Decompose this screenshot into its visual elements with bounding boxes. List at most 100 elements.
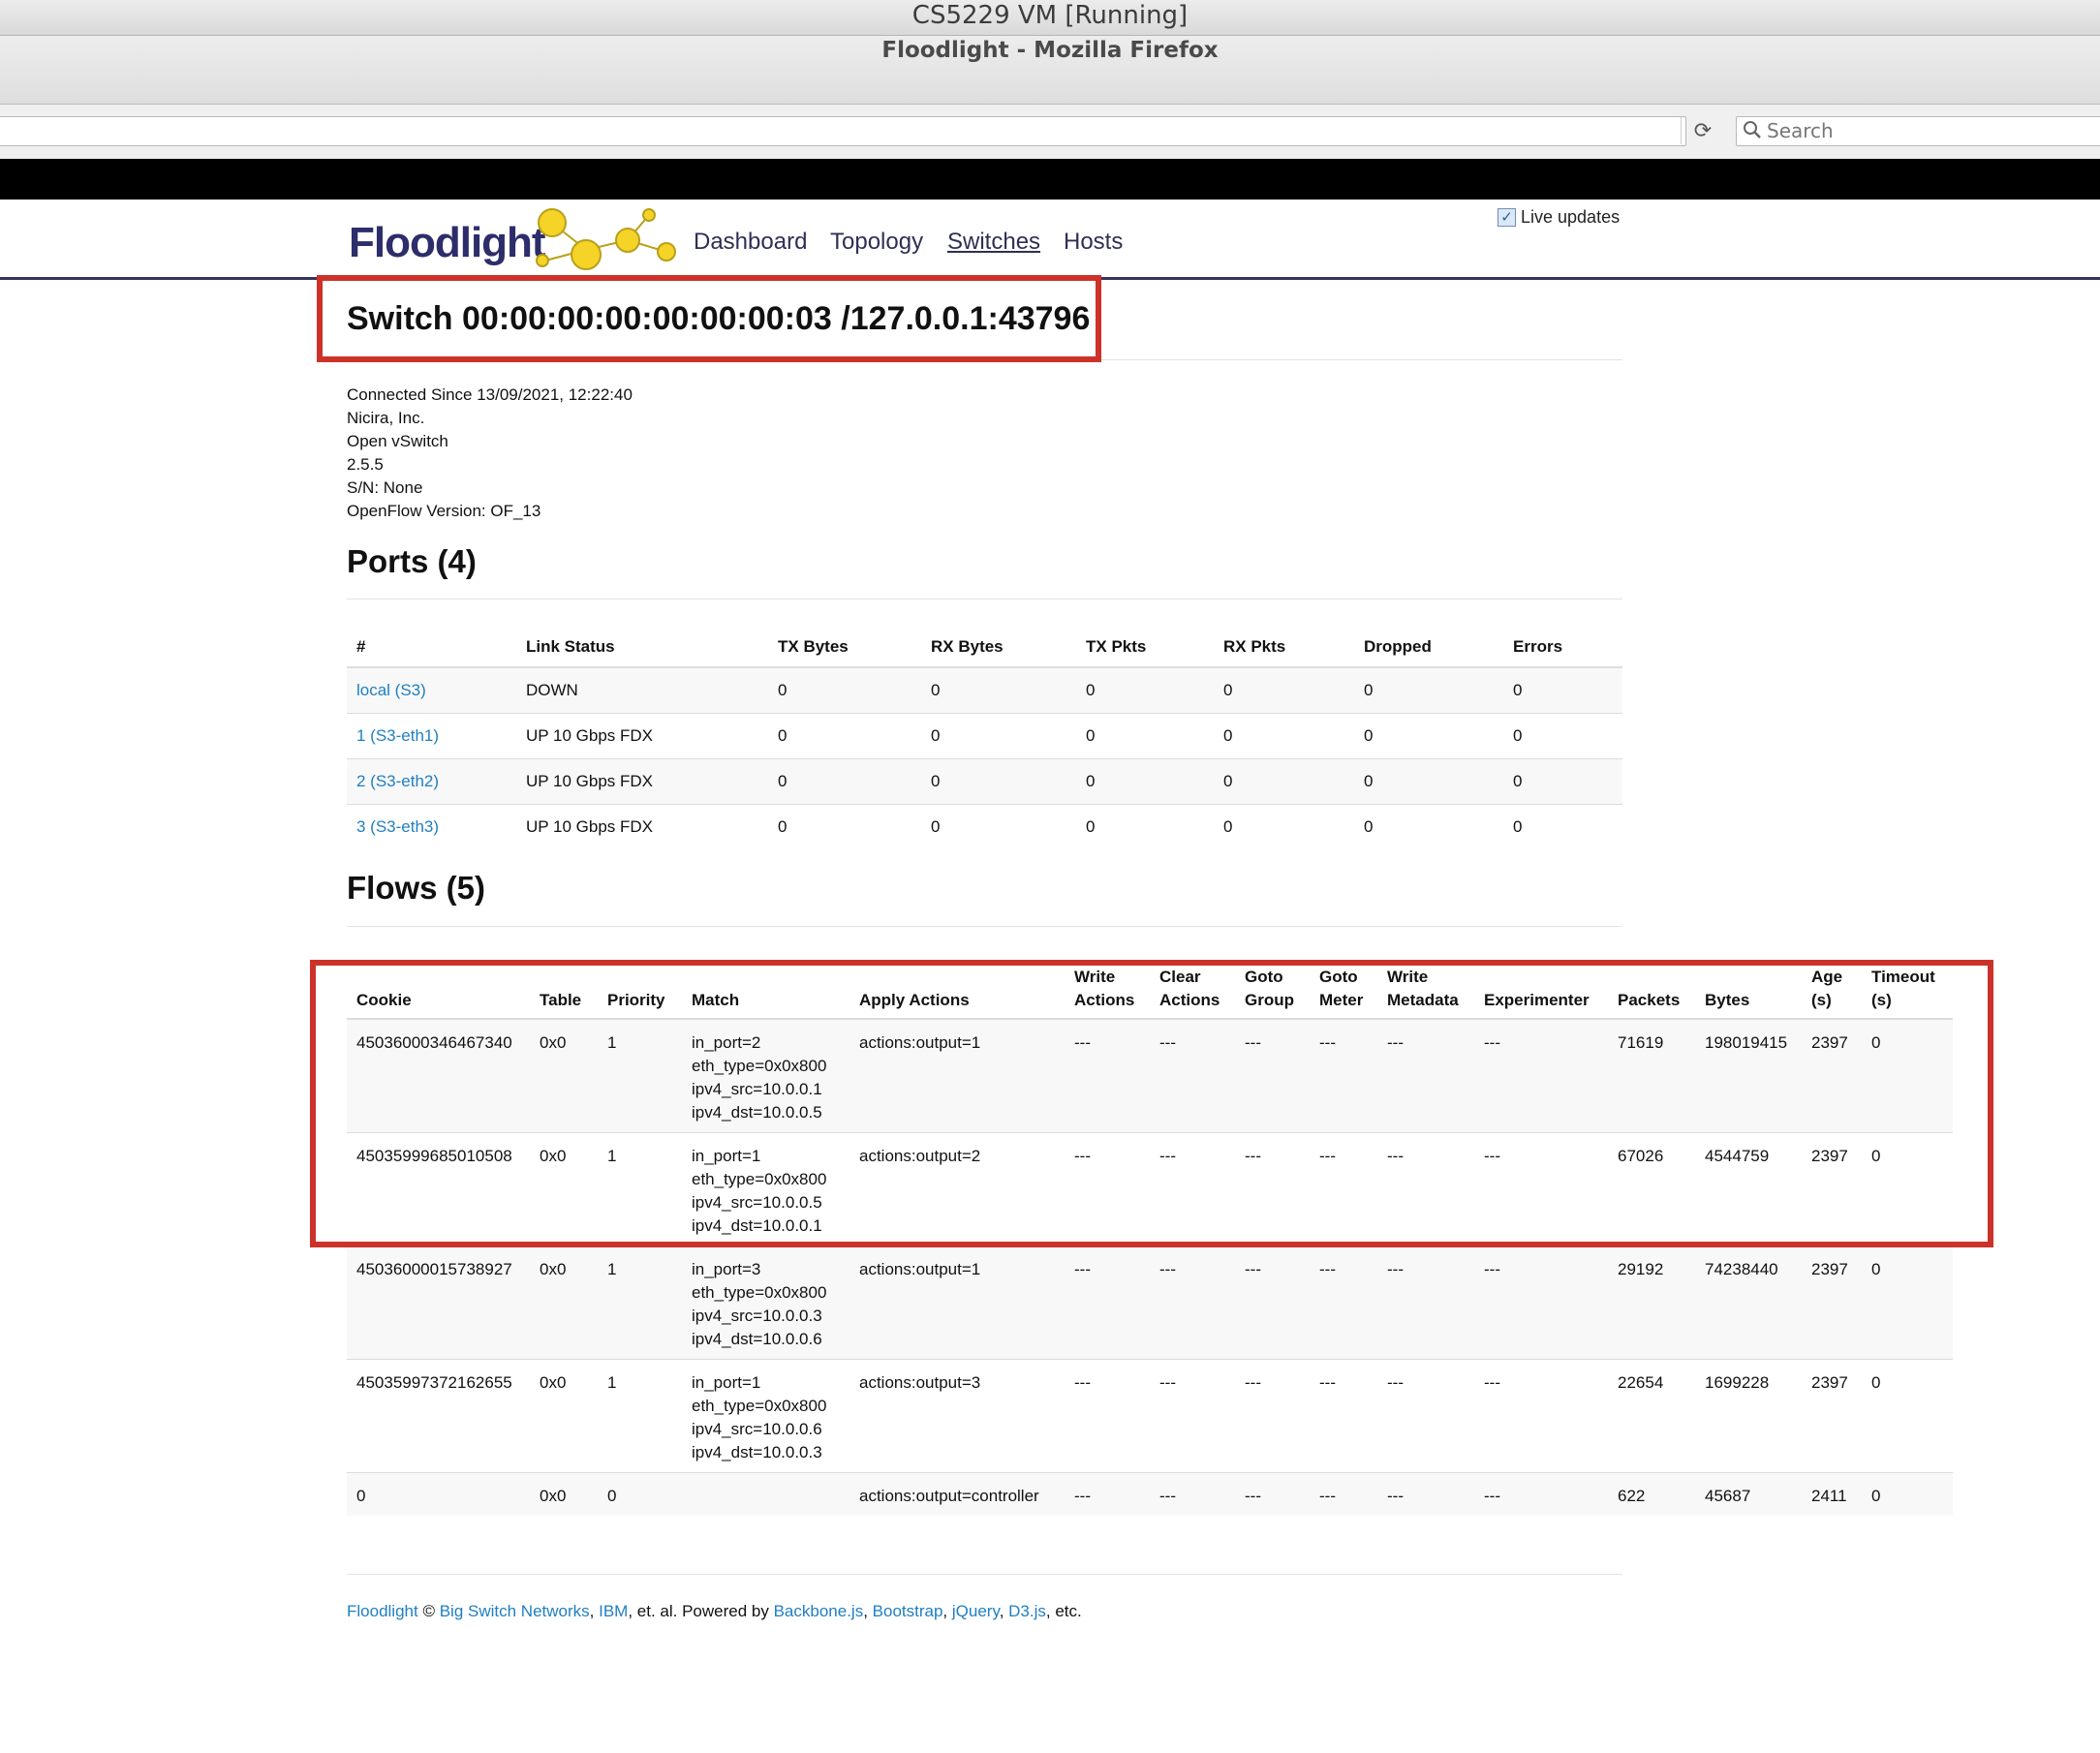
flow-match-line: eth_type=0x0x800 <box>692 1057 827 1075</box>
ports-column-header: Errors <box>1503 628 1622 668</box>
flow-timeout-cell: 0 <box>1862 1132 1953 1246</box>
footer-link[interactable]: Bootstrap <box>873 1602 943 1620</box>
flow-row: 45035997372162655 0x0 1 in_port=1 eth_type=0… <box>347 1359 1953 1473</box>
port-cell: UP 10 Gbps FDX <box>516 804 768 849</box>
flows-column-header-text: Experimenter <box>1484 991 1590 1009</box>
port-link[interactable]: local (S3) <box>356 681 426 699</box>
switch-openflow-version: OpenFlow Version: OF_13 <box>347 502 541 520</box>
footer-text: , <box>942 1602 952 1620</box>
flow-write-metadata-cell: --- <box>1377 1359 1474 1473</box>
port-cell: 0 <box>768 804 921 849</box>
port-cell: 0 <box>1214 804 1354 849</box>
flows-column-header: Goto Group <box>1235 964 1310 1020</box>
port-cell: 0 <box>921 758 1076 805</box>
flow-match-line: ipv4_dst=10.0.0.6 <box>692 1330 822 1348</box>
flows-column-header-text: Match <box>692 991 740 1009</box>
live-updates-checkbox[interactable]: ✓ <box>1498 208 1516 227</box>
flows-column-header-text: Table <box>540 991 582 1009</box>
reload-icon[interactable]: ⟳ <box>1681 117 1724 144</box>
flow-bytes-cell: 198019415 <box>1695 1018 1802 1133</box>
footer-text: , <box>589 1602 600 1620</box>
port-link[interactable]: 2 (S3-eth2) <box>356 772 439 790</box>
flow-row: 45035999685010508 0x0 1 in_port=1 eth_type=0… <box>347 1132 1953 1246</box>
ports-column-header: # <box>347 628 516 668</box>
flow-priority-cell: 0 <box>598 1472 682 1516</box>
port-link[interactable]: 3 (S3-eth3) <box>356 817 439 836</box>
flows-column-header-text: Timeout <box>1871 968 1935 986</box>
switch-version: 2.5.5 <box>347 455 384 474</box>
flows-column-header-text: Priority <box>607 991 665 1009</box>
flow-clear-actions-cell: --- <box>1150 1018 1235 1133</box>
flow-bytes-cell: 1699228 <box>1695 1359 1802 1473</box>
flow-priority-cell: 1 <box>598 1132 682 1246</box>
flow-cookie-cell: 0 <box>347 1472 530 1516</box>
flows-column-header: Priority <box>598 964 682 1020</box>
flow-goto-group-cell: --- <box>1235 1359 1310 1473</box>
footer-link[interactable]: jQuery <box>952 1602 1000 1620</box>
switch-manufacturer: Nicira, Inc. <box>347 409 425 427</box>
port-cell: 0 <box>1354 804 1503 849</box>
footer-link[interactable]: Backbone.js <box>774 1602 864 1620</box>
nav-dashboard-link[interactable]: Dashboard <box>694 229 807 256</box>
flow-experimenter-cell: --- <box>1474 1018 1608 1133</box>
flows-column-header-text: Bytes <box>1705 991 1750 1009</box>
divider <box>347 1574 1622 1575</box>
flow-match-line: in_port=1 <box>692 1147 761 1165</box>
port-link[interactable]: 1 (S3-eth1) <box>356 726 439 745</box>
port-cell: 0 <box>1503 666 1622 714</box>
flows-column-header-text: Clear <box>1159 968 1201 986</box>
flow-experimenter-cell: --- <box>1474 1246 1608 1360</box>
flow-packets-cell: 29192 <box>1608 1246 1695 1360</box>
port-cell: 0 <box>921 713 1076 759</box>
search-placeholder: Search <box>1767 119 1834 142</box>
footer-link[interactable]: D3.js <box>1008 1602 1046 1620</box>
flows-column-header-text: (s) <box>1871 991 1892 1009</box>
nav-topology-link[interactable]: Topology <box>830 229 923 256</box>
flow-goto-group-cell: --- <box>1235 1018 1310 1133</box>
flow-match-cell <box>682 1472 849 1516</box>
search-icon <box>1744 121 1761 138</box>
divider <box>347 599 1622 600</box>
flow-apply-actions-cell: actions:output=1 <box>849 1246 1065 1360</box>
ports-column-header: TX Pkts <box>1076 628 1214 668</box>
flow-match-line: ipv4_dst=10.0.0.1 <box>692 1216 822 1235</box>
nav-switches-link[interactable]: Switches <box>947 229 1040 256</box>
flow-row: 45036000015738927 0x0 1 in_port=3 eth_type=0… <box>347 1246 1953 1360</box>
flow-age-cell: 2397 <box>1802 1018 1862 1133</box>
flow-table-cell: 0x0 <box>530 1132 598 1246</box>
flow-priority-cell: 1 <box>598 1018 682 1133</box>
footer-link[interactable]: IBM <box>599 1602 628 1620</box>
flow-match-line: ipv4_src=10.0.0.6 <box>692 1420 822 1438</box>
flow-clear-actions-cell: --- <box>1150 1472 1235 1516</box>
flows-column-header: Age (s) <box>1802 964 1862 1020</box>
flows-column-header: Experimenter <box>1474 964 1608 1020</box>
port-cell: 0 <box>1076 713 1214 759</box>
flows-column-header: Table <box>530 964 598 1020</box>
port-cell: 0 <box>1214 758 1354 805</box>
port-cell: UP 10 Gbps FDX <box>516 713 768 759</box>
flow-bytes-cell: 45687 <box>1695 1472 1802 1516</box>
footer-text: , <box>999 1602 1009 1620</box>
footer-link[interactable]: Big Switch Networks <box>440 1602 590 1620</box>
ports-column-header: RX Bytes <box>921 628 1076 668</box>
flows-column-header-text: Actions <box>1074 991 1135 1009</box>
flow-goto-group-cell: --- <box>1235 1472 1310 1516</box>
nav-hosts-link[interactable]: Hosts <box>1064 229 1123 256</box>
flow-cookie-cell: 45035999685010508 <box>347 1132 530 1246</box>
flow-match-line: ipv4_dst=10.0.0.5 <box>692 1103 822 1122</box>
footer-text: , et. al. Powered by <box>628 1602 774 1620</box>
floodlight-logo[interactable]: Floodlight <box>349 219 546 267</box>
port-row: local (S3) DOWN 0 0 0 0 0 0 <box>347 666 1622 714</box>
url-bar[interactable] <box>0 116 1686 146</box>
flow-match-cell: in_port=2 eth_type=0x0x800 ipv4_src=10.0.0… <box>682 1018 849 1133</box>
flow-priority-cell: 1 <box>598 1246 682 1360</box>
flow-match-line: in_port=1 <box>692 1373 761 1392</box>
flows-column-header-text: (s) <box>1811 991 1832 1009</box>
flow-clear-actions-cell: --- <box>1150 1359 1235 1473</box>
flow-write-actions-cell: --- <box>1065 1132 1150 1246</box>
flow-write-actions-cell: --- <box>1065 1359 1150 1473</box>
flows-column-header: Timeout (s) <box>1862 964 1953 1020</box>
footer-link[interactable]: Floodlight <box>347 1602 418 1620</box>
flows-table: Cookie Table Priority Match Apply Actions Wri… <box>347 964 1953 1516</box>
flow-timeout-cell: 0 <box>1862 1472 1953 1516</box>
